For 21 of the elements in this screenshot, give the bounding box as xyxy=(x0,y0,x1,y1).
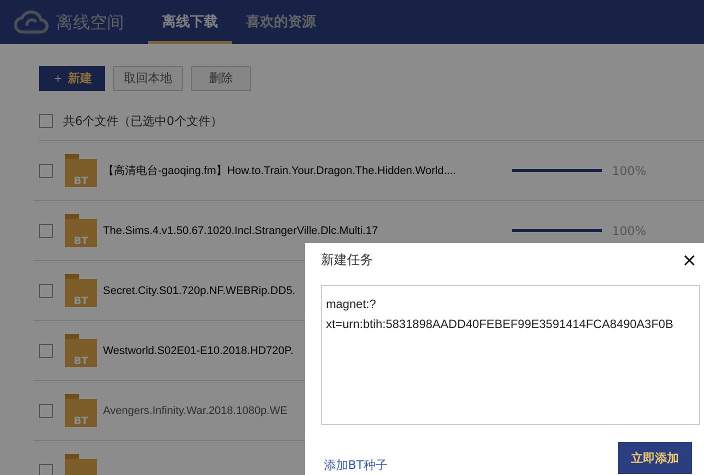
add-bt-seed-link[interactable]: 添加BT种子 xyxy=(324,457,388,474)
row-checkbox[interactable] xyxy=(39,224,53,238)
nav-tab[interactable]: 离线下载 xyxy=(148,0,232,44)
close-button[interactable]: × xyxy=(682,250,697,270)
row-checkbox[interactable] xyxy=(39,284,53,298)
row-checkbox[interactable] xyxy=(39,164,53,178)
file-name[interactable]: 【高清电台-gaoqing.fm】How.to.Train.Your.Dragon.The.Hidden.World.... xyxy=(103,163,512,178)
dialog-title: 新建任务 xyxy=(321,252,373,269)
brand-title: 离线空间 xyxy=(56,12,124,34)
progress-percent: 100% xyxy=(612,164,646,178)
new-button[interactable]: ＋ 新建 xyxy=(39,66,105,91)
cloud-logo-icon xyxy=(14,9,50,35)
progress-percent: 100% xyxy=(612,224,646,238)
file-name[interactable]: The.Sims.4.v1.50.67.1020.Incl.StrangerVille.Dlc.Multi.17 xyxy=(103,224,512,236)
file-count-summary: 共6个文件（已选中0个文件） xyxy=(63,112,222,130)
row-checkbox[interactable] xyxy=(39,404,53,418)
row-checkbox[interactable] xyxy=(39,464,53,475)
magnet-link-field[interactable]: magnet:?xt=urn:btih:5831898AADD40FEBEF99E3591414FCA8490A3F0B xyxy=(321,285,700,425)
add-now-button[interactable]: 立即添加 xyxy=(618,442,692,474)
select-all-checkbox[interactable] xyxy=(39,114,53,128)
row-checkbox[interactable] xyxy=(39,344,53,358)
